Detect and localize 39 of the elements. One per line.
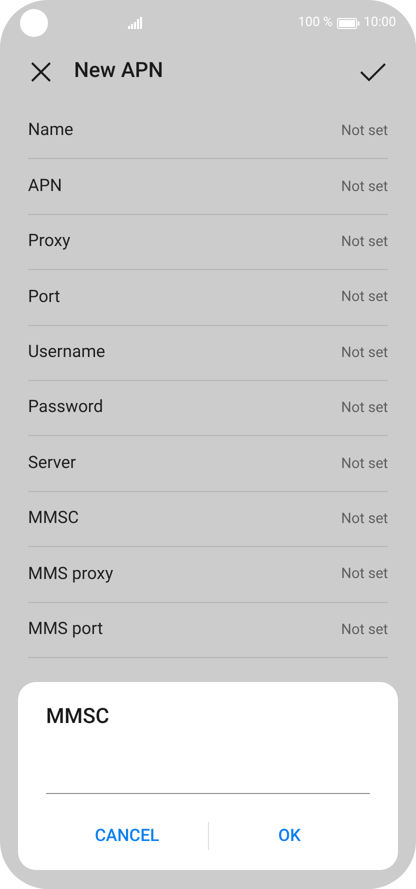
camera-hole: [20, 9, 48, 37]
battery-icon: [336, 18, 360, 28]
dialog-title: MMSC: [46, 704, 110, 731]
row-value: Not set: [341, 509, 388, 530]
row-label: Name: [28, 119, 74, 142]
row-value: Not set: [341, 620, 388, 640]
row-label: MMSC: [28, 507, 79, 530]
settings-row[interactable]: Name Not set: [28, 104, 388, 160]
row-value: Not set: [341, 121, 388, 142]
dialog-button[interactable]: CANCEL: [46, 820, 208, 853]
settings-row[interactable]: Server Not set: [28, 436, 388, 492]
settings-row[interactable]: Username Not set: [28, 326, 388, 381]
settings-row[interactable]: APN Not set: [28, 159, 388, 215]
row-label: Password: [28, 396, 104, 420]
close-icon[interactable]: [30, 61, 52, 83]
screen-title: New APN: [74, 58, 164, 86]
row-value: Not set: [341, 287, 388, 308]
row-label: Username: [28, 341, 106, 364]
settings-row[interactable]: MMS proxy Not set: [28, 547, 388, 603]
row-label: MMS proxy: [28, 562, 114, 586]
row-value: Not set: [341, 232, 388, 252]
checkmark-icon[interactable]: [360, 62, 386, 82]
settings-row[interactable]: Port Not set: [28, 270, 388, 326]
settings-row[interactable]: Proxy Not set: [28, 214, 388, 270]
row-label: APN: [28, 174, 62, 198]
settings-row[interactable]: MMSC Not set: [28, 492, 388, 548]
settings-row[interactable]: Password Not set: [28, 380, 388, 436]
row-value: Not set: [341, 564, 388, 584]
row-value: Not set: [341, 398, 388, 418]
row-label: MMS port: [28, 618, 103, 641]
row-value: Not set: [341, 176, 388, 197]
dialog-button[interactable]: OK: [209, 820, 370, 853]
row-value: Not set: [341, 454, 388, 474]
row-value: Not set: [341, 342, 388, 363]
row-label: Port: [28, 286, 60, 309]
row-label: Proxy: [28, 230, 70, 254]
settings-row[interactable]: MMS port Not set: [28, 602, 388, 658]
signal-icon: [128, 17, 142, 29]
row-label: Server: [28, 452, 76, 475]
